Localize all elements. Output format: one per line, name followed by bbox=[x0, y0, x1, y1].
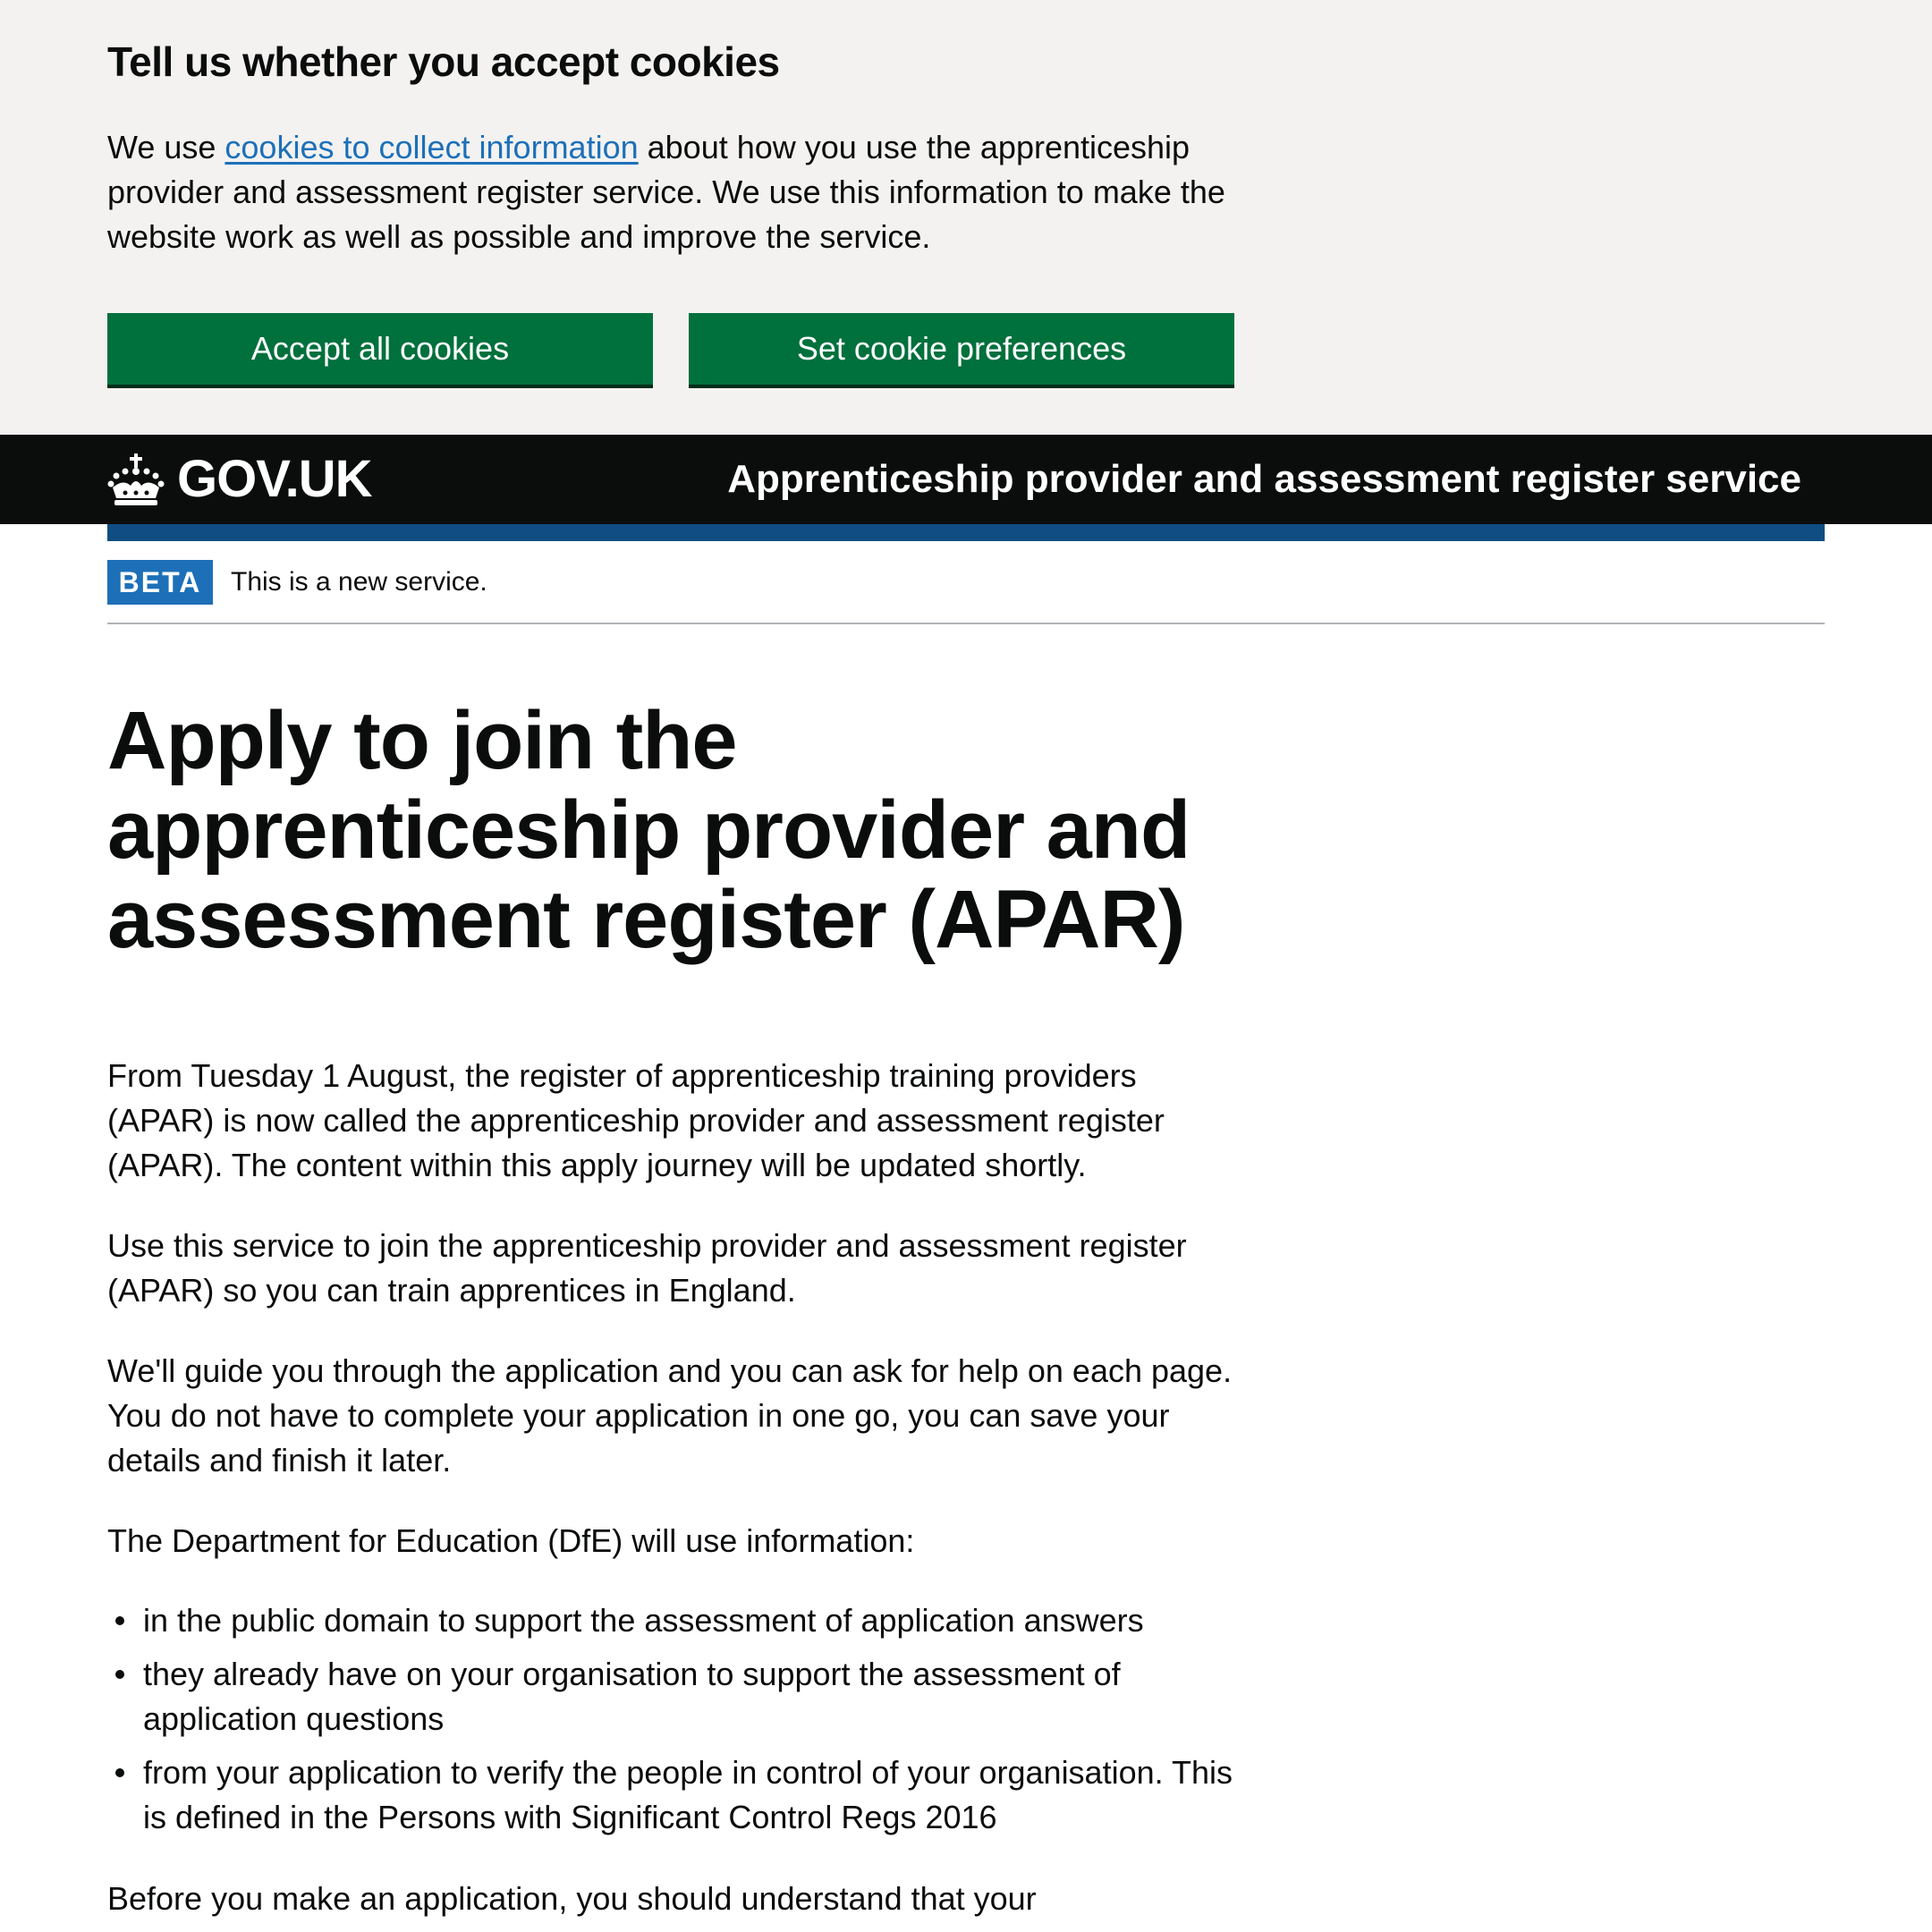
intro-paragraph-rename: From Tuesday 1 August, the register of a… bbox=[107, 1057, 1165, 1183]
cookie-banner-heading: Tell us whether you accept cookies bbox=[107, 38, 780, 85]
govuk-logo-text: GOV.UK bbox=[177, 450, 372, 508]
cookie-banner-text: We use cookies to collect information ab… bbox=[107, 125, 1234, 259]
information-use-list: in the public domain to support the asse… bbox=[107, 1598, 1234, 1849]
govuk-logo-link[interactable]: GOV.UK bbox=[107, 447, 372, 512]
service-name-link[interactable]: Apprenticeship provider and assessment r… bbox=[727, 447, 1801, 512]
cookie-banner: Tell us whether you accept cookies We us… bbox=[0, 0, 1932, 435]
accept-all-cookies-button[interactable]: Accept all cookies bbox=[107, 313, 653, 385]
cookie-text-before-link: We use bbox=[107, 129, 225, 165]
intro-paragraph-purpose: Use this service to join the apprentices… bbox=[107, 1227, 1187, 1309]
beta-tag: BETA bbox=[107, 560, 213, 605]
crown-icon bbox=[107, 452, 165, 507]
set-cookie-preferences-button[interactable]: Set cookie preferences bbox=[689, 313, 1234, 385]
cookies-info-link[interactable]: cookies to collect information bbox=[225, 129, 638, 165]
before-application-paragraph: Before you make an application, you shou… bbox=[107, 1880, 1037, 1917]
phase-banner: BETA This is a new service. bbox=[107, 541, 1825, 624]
list-item: they already have on your organisation t… bbox=[107, 1652, 1234, 1741]
list-item: from your application to verify the peop… bbox=[107, 1750, 1234, 1840]
header-underline bbox=[107, 524, 1825, 541]
govuk-header: GOV.UK Apprenticeship provider and asses… bbox=[0, 435, 1932, 524]
intro-paragraph-guidance: We'll guide you through the application … bbox=[107, 1352, 1233, 1479]
phase-banner-text: This is a new service. bbox=[231, 567, 487, 597]
list-item: in the public domain to support the asse… bbox=[107, 1598, 1234, 1643]
information-use-lead: The Department for Education (DfE) will … bbox=[107, 1522, 915, 1559]
page-title: Apply to join the apprenticeship provide… bbox=[107, 695, 1191, 965]
